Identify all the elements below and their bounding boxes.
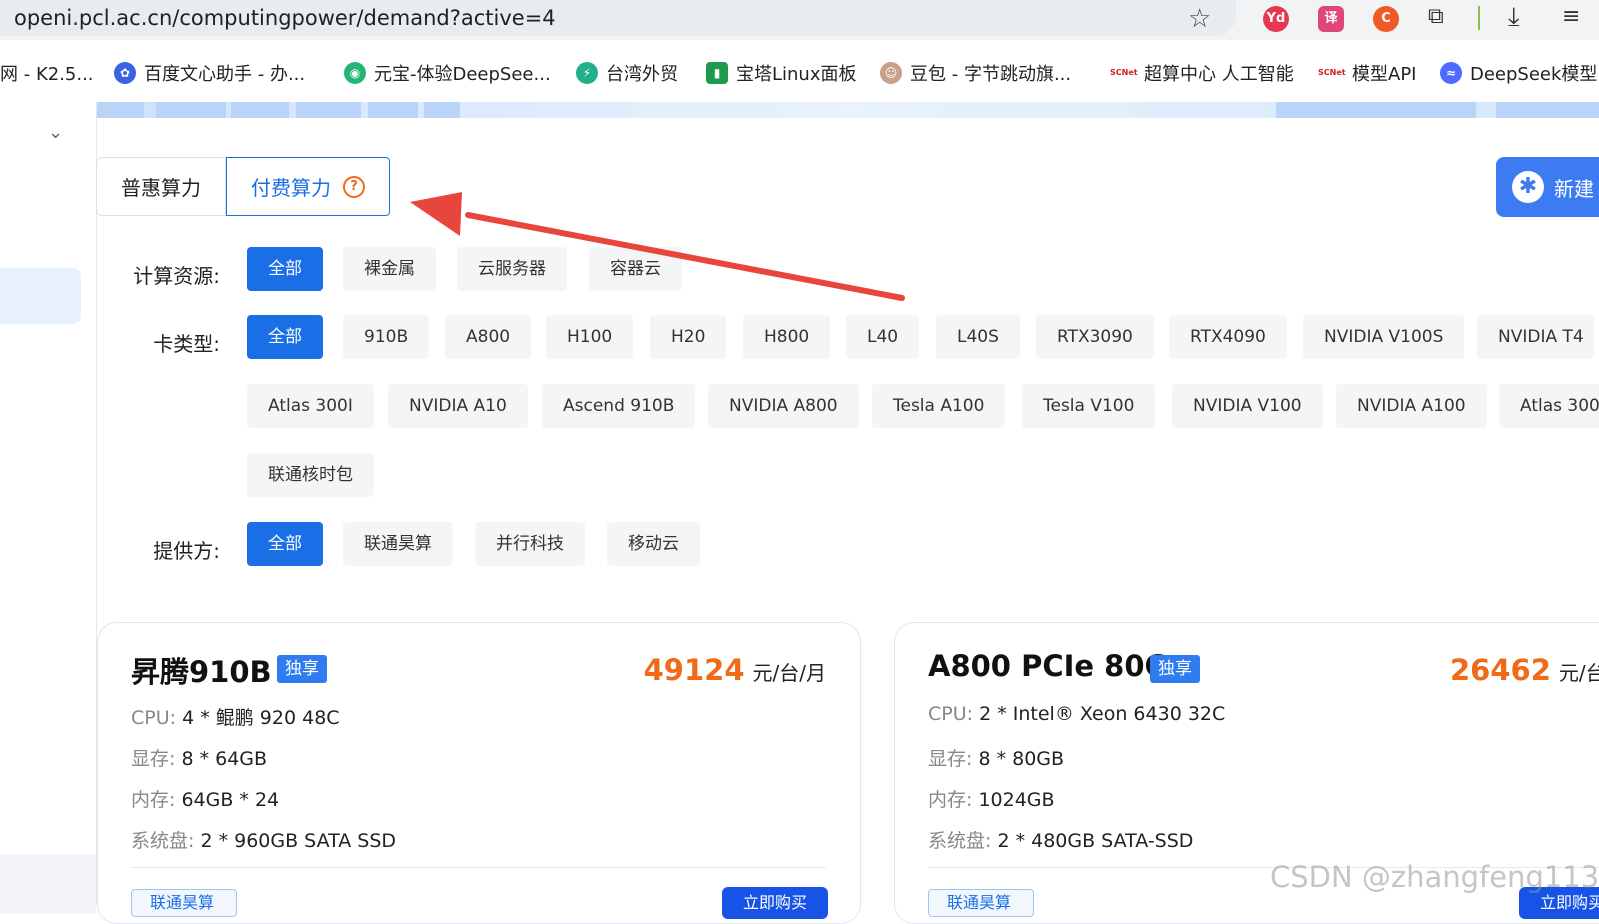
spec-cpu: CPU: 4 * 鲲鹏 920 48C bbox=[131, 703, 340, 730]
spec-key: 系统盘: bbox=[131, 830, 195, 852]
product-title: A800 PCIe 80G bbox=[928, 649, 1169, 683]
spec-value: 2 * 480GB SATA-SSD bbox=[997, 830, 1194, 852]
spec-value: 4 * 鲲鹏 920 48C bbox=[182, 707, 340, 729]
price-unit: 元/台/月 bbox=[752, 661, 826, 685]
product-card[interactable]: 昇腾910B 独享 49124 元/台/月 CPU: 4 * 鲲鹏 920 48C… bbox=[97, 622, 861, 924]
spec-key: 内存: bbox=[928, 789, 973, 811]
spec-value: 8 * 64GB bbox=[181, 748, 268, 770]
product-price: 26462 元/台/ bbox=[1450, 653, 1599, 687]
spec-key: CPU: bbox=[131, 707, 177, 729]
spec-value: 2 * Intel® Xeon 6430 32C bbox=[979, 703, 1226, 725]
arrow-head bbox=[410, 192, 462, 236]
price-value: 49124 bbox=[643, 653, 745, 687]
provider-tag: 联通昊算 bbox=[928, 889, 1034, 917]
arrow-shaft bbox=[465, 212, 905, 301]
buy-now-button[interactable]: 立即购买 bbox=[722, 887, 828, 919]
card-divider bbox=[131, 867, 826, 868]
price-unit: 元/台/ bbox=[1558, 661, 1599, 685]
exclusive-badge: 独享 bbox=[277, 655, 327, 683]
spec-value: 8 * 80GB bbox=[978, 748, 1065, 770]
spec-key: 显存: bbox=[131, 748, 176, 770]
spec-key: 内存: bbox=[131, 789, 176, 811]
spec-cpu: CPU: 2 * Intel® Xeon 6430 32C bbox=[928, 703, 1225, 725]
spec-value: 1024GB bbox=[978, 789, 1055, 811]
spec-disk: 系统盘: 2 * 480GB SATA-SSD bbox=[928, 826, 1193, 853]
spec-disk: 系统盘: 2 * 960GB SATA SSD bbox=[131, 826, 396, 853]
provider-tag: 联通昊算 bbox=[131, 889, 237, 917]
product-price: 49124 元/台/月 bbox=[644, 653, 826, 687]
csdn-watermark: CSDN @zhangfeng1133 bbox=[1270, 860, 1599, 894]
spec-memory: 内存: 64GB * 24 bbox=[131, 785, 279, 812]
price-value: 26462 bbox=[1450, 653, 1551, 687]
spec-value: 64GB * 24 bbox=[181, 789, 280, 811]
spec-vram: 显存: 8 * 64GB bbox=[131, 744, 267, 771]
exclusive-badge: 独享 bbox=[1150, 655, 1200, 683]
spec-value: 2 * 960GB SATA SSD bbox=[200, 830, 397, 852]
spec-memory: 内存: 1024GB bbox=[928, 785, 1055, 812]
spec-key: CPU: bbox=[928, 703, 974, 725]
product-title: 昇腾910B bbox=[131, 655, 272, 689]
spec-key: 系统盘: bbox=[928, 830, 992, 852]
spec-vram: 显存: 8 * 80GB bbox=[928, 744, 1064, 771]
spec-key: 显存: bbox=[928, 748, 973, 770]
